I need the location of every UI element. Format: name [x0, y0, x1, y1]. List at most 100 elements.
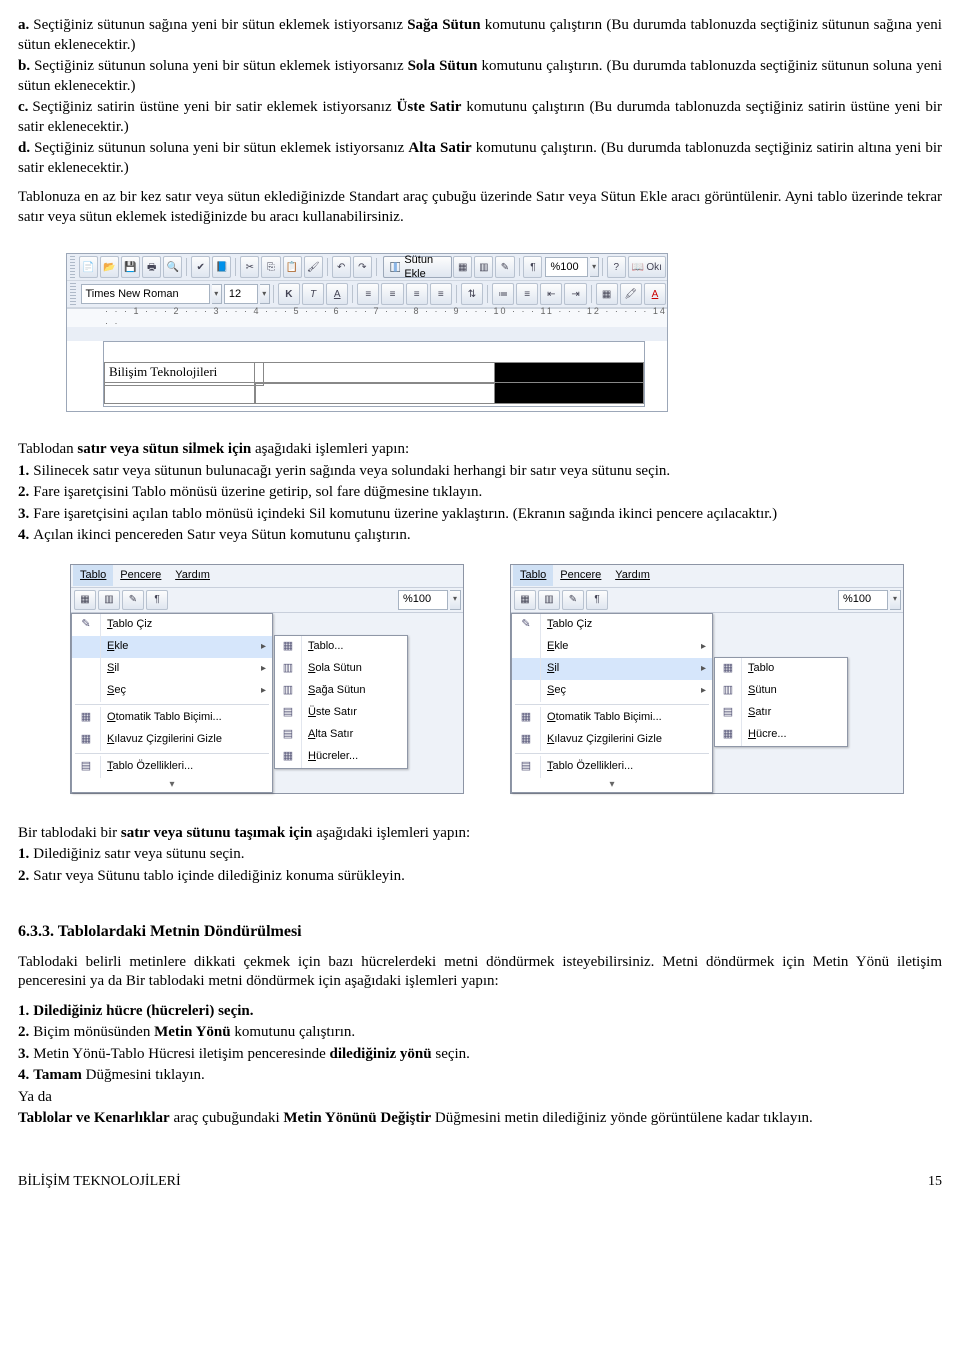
toolbar-icon: ▦	[514, 590, 536, 610]
toolbar-icon: ¶	[586, 590, 608, 610]
delete-step: 4.Açılan ikinci pencereden Satır veya Sü…	[18, 526, 942, 546]
move-intro: Bir tablodaki bir satır veya sütunu taşı…	[18, 824, 942, 844]
toolbar-icon: ▦	[74, 590, 96, 610]
dropdown-icon: ▾	[590, 257, 599, 277]
menu-item: ▦Kılavuz Çizgilerini Gizle	[512, 729, 712, 751]
flyout-item: ▥Sağa Sütun	[275, 680, 407, 702]
menu-item: ▤Tablo Özellikleri...	[72, 756, 272, 778]
menu-item: ✎Tablo Çiz	[512, 614, 712, 636]
toolbar-grip-icon	[70, 256, 75, 278]
menu-item: ▦Otomatik Tablo Biçimi...	[72, 707, 272, 729]
toolbar-icon: ▥	[98, 590, 120, 610]
rotate-step: 2.Biçim mönüsünden Metin Yönü komutunu ç…	[18, 1023, 942, 1043]
paragraph-marks-icon: ¶	[523, 256, 542, 278]
align-right-icon: ≡	[406, 283, 428, 305]
toolbar-screenshot: 📄 📂 💾 🖶 🔍 ✔ 📘 ✂ ⎘ 📋 🖌 ↶ ↷ Sütun Ekle ▦ ▥…	[66, 253, 668, 412]
toolbar-grip-icon	[70, 283, 76, 305]
menu-item: ▤Tablo Özellikleri...	[512, 756, 712, 778]
print-icon: 🖶	[142, 256, 161, 278]
decrease-indent-icon: ⇤	[540, 283, 562, 305]
ruler: · · · 1 · · · 2 · · · 3 · · · 4 · · · 5 …	[67, 308, 667, 327]
redo-icon: ↷	[353, 256, 372, 278]
delete-intro: Tablodan satır veya sütun silmek için aş…	[18, 440, 942, 460]
undo-icon: ↶	[332, 256, 351, 278]
zoom-field: %100	[545, 257, 588, 277]
paste-icon: 📋	[283, 256, 302, 278]
research-icon: 📘	[212, 256, 231, 278]
dropdown-icon: ▾	[260, 284, 270, 304]
menu-item: ▦Otomatik Tablo Biçimi...	[512, 707, 712, 729]
rotate-tail-pre: Ya da	[18, 1088, 942, 1108]
borders-icon: ▦	[596, 283, 618, 305]
numbered-list-icon: ≔	[492, 283, 514, 305]
menu-item: ✎Tablo Çiz	[72, 614, 272, 636]
flyout-item: ▦Hücreler...	[275, 746, 407, 768]
delete-step: 1.Silinecek satır veya sütunun bulunacağ…	[18, 462, 942, 482]
flyout-item: ▤Üste Satır	[275, 702, 407, 724]
help-icon: ?	[607, 256, 626, 278]
toolbar-icon: ✎	[562, 590, 584, 610]
menu-tablo: Tablo	[73, 565, 113, 585]
footer-left: BİLİŞİM TEKNOLOJİLERİ	[18, 1173, 181, 1191]
line-spacing-icon: ⇅	[461, 283, 483, 305]
font-color-icon: A	[644, 283, 666, 305]
cut-icon: ✂	[240, 256, 259, 278]
rotate-step: 4.Tamam Düğmesini tıklayın.	[18, 1066, 942, 1086]
list-item-c: c.Seçtiğiniz satirin üstüne yeni bir sat…	[18, 98, 942, 137]
reading-layout-button: 📖Okı	[628, 256, 666, 278]
align-center-icon: ≡	[381, 283, 403, 305]
menu-item: ▦Kılavuz Çizgilerini Gizle	[72, 729, 272, 751]
flyout-item: ▤Alta Satır	[275, 724, 407, 746]
menu-item: Ekle▸	[512, 636, 712, 658]
columns-icon: ▥	[474, 256, 493, 278]
menu-yardim: Yardım	[608, 565, 657, 585]
preview-icon: 🔍	[163, 256, 182, 278]
open-file-icon: 📂	[100, 256, 119, 278]
highlight-icon: 🖍	[620, 283, 642, 305]
copy-icon: ⎘	[261, 256, 280, 278]
save-icon: 💾	[121, 256, 140, 278]
align-justify-icon: ≡	[430, 283, 452, 305]
move-step: 2.Satır veya Sütunu tablo içinde dilediğ…	[18, 867, 942, 887]
menu-tablo: Tablo	[513, 565, 553, 585]
flyout-item: ▦Tablo	[715, 658, 847, 680]
align-left-icon: ≡	[357, 283, 379, 305]
tables-borders-icon: ▦	[453, 256, 472, 278]
underline-icon: A	[326, 283, 348, 305]
bulleted-list-icon: ≡	[516, 283, 538, 305]
flyout-item: ▥Sütun	[715, 680, 847, 702]
document-table-preview: Bilişim Teknolojileri	[103, 341, 645, 407]
sil-flyout: ▦Tablo▥Sütun▤Satır▦Hücre...	[714, 657, 848, 747]
flyout-item: ▤Satır	[715, 702, 847, 724]
dropdown-icon: ▾	[212, 284, 222, 304]
section-heading: 6.3.3. Tablolardaki Metnin Döndürülmesi	[18, 922, 942, 943]
bold-icon: K	[278, 283, 300, 305]
flyout-item: ▦Tablo...	[275, 636, 407, 658]
tablo-dropdown: ✎Tablo ÇizEkle▸Sil▸Seç▸ ▦Otomatik Tablo B…	[511, 613, 713, 793]
paragraph-after-letters: Tablonuza en az bir kez satır veya sütun…	[18, 188, 942, 227]
format-painter-icon: 🖌	[304, 256, 323, 278]
menu-yardim: Yardım	[168, 565, 217, 585]
menu-item: Sil▸	[512, 658, 712, 680]
font-name-field: Times New Roman	[81, 284, 210, 304]
delete-step: 2.Fare işaretçisini Tablo mönüsü üzerine…	[18, 483, 942, 503]
italic-icon: T	[302, 283, 324, 305]
menu-item: Seç▸	[72, 680, 272, 702]
list-item-b: b.Seçtiğiniz sütunun soluna yeni bir süt…	[18, 57, 942, 96]
menu-pencere: Pencere	[553, 565, 608, 585]
flyout-item: ▥Sola Sütun	[275, 658, 407, 680]
increase-indent-icon: ⇥	[564, 283, 586, 305]
rotate-step: 3.Metin Yönü-Tablo Hücresi iletişim penc…	[18, 1045, 942, 1065]
new-file-icon: 📄	[79, 256, 98, 278]
spellcheck-icon: ✔	[191, 256, 210, 278]
menu-screenshots: Tablo Pencere Yardım ▦ ▥ ✎ ¶ %100▾ ✎Tabl…	[70, 564, 942, 794]
rotate-step: 1.Dilediğiniz hücre (hücreleri) seçin.	[18, 1002, 942, 1022]
move-step: 1.Dilediğiniz satır veya sütunu seçin.	[18, 845, 942, 865]
drawing-icon: ✎	[495, 256, 514, 278]
menu-item: Seç▸	[512, 680, 712, 702]
flyout-item: ▦Hücre...	[715, 724, 847, 746]
toolbar-icon: ▥	[538, 590, 560, 610]
toolbar-icon: ¶	[146, 590, 168, 610]
toolbar-icon: ✎	[122, 590, 144, 610]
menu-panel-insert: Tablo Pencere Yardım ▦ ▥ ✎ ¶ %100▾ ✎Tabl…	[70, 564, 464, 794]
